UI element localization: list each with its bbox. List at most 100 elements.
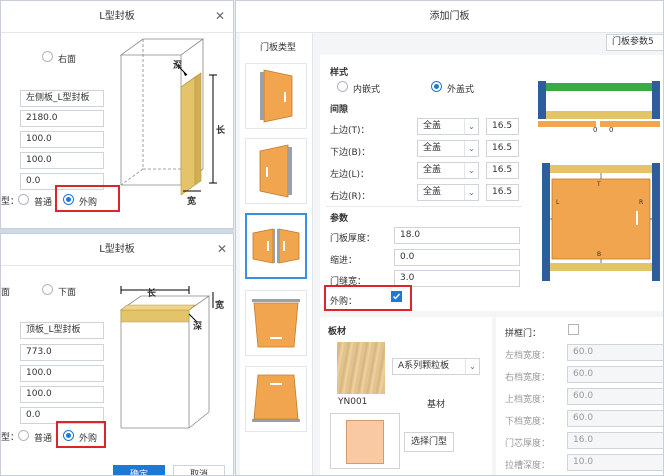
chevron-down-icon: ⌄ xyxy=(465,359,479,374)
radio-inset-style-label: 内嵌式 xyxy=(353,85,381,95)
name-field[interactable]: 左侧板_L型封板 xyxy=(20,90,104,107)
params-section-title: 参数 xyxy=(330,214,349,224)
radio-normal[interactable] xyxy=(18,430,29,441)
frame-door-label: 拼框门： xyxy=(505,329,542,339)
width-field[interactable]: 100.0 xyxy=(20,131,104,148)
dialog-title: L型封板 xyxy=(1,234,233,266)
door-type-panel: 门板类型 xyxy=(240,33,313,475)
frame-core-field[interactable]: 16.0 xyxy=(567,432,663,449)
ok-button[interactable]: 确定 xyxy=(113,465,165,475)
length-field[interactable]: 2180.0 xyxy=(20,110,104,127)
radio-normal[interactable] xyxy=(18,194,29,205)
diagram-zero-left: 0 xyxy=(593,126,598,134)
radio-normal-label: 普通 xyxy=(34,198,53,208)
name-field[interactable]: 顶板_L型封板 xyxy=(20,322,104,339)
frame-groove-field[interactable]: 10.0 xyxy=(567,454,663,471)
overlay-front-diagram xyxy=(542,163,660,281)
material-select-value: A系列颗粒板 xyxy=(398,361,450,371)
gap-right-value[interactable]: 16.5 xyxy=(486,184,519,201)
material-code: YN001 xyxy=(338,397,368,407)
dialog-title: L型封板 xyxy=(1,1,233,33)
door-type-label: 门板类型 xyxy=(260,43,297,53)
select-door-style-button[interactable]: 选择门型 xyxy=(404,432,454,452)
add-door-dialog: 添加门板 门板类型 门板参数5 样式 内嵌式 外盖式 间隙 上边(T)： 全盖 … xyxy=(235,0,664,476)
dim-depth-label: 深 xyxy=(193,322,203,332)
frame-door-checkbox[interactable] xyxy=(568,324,579,335)
frame-top-label: 上档宽度： xyxy=(505,395,551,405)
radio-bottom-face-label: 下面 xyxy=(58,288,77,298)
door-flip-down-icon xyxy=(252,374,300,422)
radio-top-face-label: 面 xyxy=(1,288,11,298)
door-type-thumb-5[interactable] xyxy=(245,366,307,432)
chevron-down-icon: ⌄ xyxy=(464,119,478,134)
dim-length-label: 长 xyxy=(147,289,157,299)
door-type-thumb-4[interactable] xyxy=(245,290,307,356)
radio-right-face[interactable] xyxy=(42,51,53,62)
door-params-select[interactable]: 门板参数5 ⌄ xyxy=(606,34,663,51)
highlight-box xyxy=(324,285,412,311)
frame-right-label: 右档宽度： xyxy=(505,373,551,383)
chevron-down-icon: ⌄ xyxy=(464,163,478,178)
gap-left-value[interactable]: 16.5 xyxy=(486,162,519,179)
gap-bottom-mode-select[interactable]: 全盖 ⌄ xyxy=(417,140,479,157)
thickness-label: 门板厚度： xyxy=(330,234,376,244)
gap-top-mode-select[interactable]: 全盖 ⌄ xyxy=(417,118,479,135)
l-panel-dialog-top: L型封板 ✕ 右面 左侧板_L型封板 2180.0 100.0 100.0 0.… xyxy=(0,0,234,229)
width-field[interactable]: 100.0 xyxy=(20,365,104,382)
gap-top-value[interactable]: 16.5 xyxy=(486,118,519,135)
door-style-preview[interactable] xyxy=(330,413,400,469)
type-label: 型： xyxy=(1,433,20,443)
door-type-thumb-2[interactable] xyxy=(245,138,307,204)
type-label: 型： xyxy=(1,197,20,207)
material-select[interactable]: A系列颗粒板 ⌄ xyxy=(392,358,480,375)
radio-overlay-style[interactable] xyxy=(431,81,442,92)
length-field[interactable]: 773.0 xyxy=(20,344,104,361)
frame-right-field[interactable]: 60.0 xyxy=(567,366,663,383)
gap-right-mode-select[interactable]: 全盖 ⌄ xyxy=(417,184,479,201)
gap-bottom-value[interactable]: 16.5 xyxy=(486,140,519,157)
material-section-title: 板材 xyxy=(328,327,347,337)
diagram-label-top: T xyxy=(597,181,601,188)
frame-bottom-field[interactable]: 60.0 xyxy=(567,410,663,427)
diagram-label-left: L xyxy=(556,199,560,206)
frame-bottom-label: 下档宽度： xyxy=(505,417,551,427)
radio-overlay-style-label: 外盖式 xyxy=(447,85,475,95)
gap-bottom-mode-value: 全盖 xyxy=(423,143,442,153)
frame-top-field[interactable]: 60.0 xyxy=(567,388,663,405)
door-type-thumb-3[interactable] xyxy=(245,213,307,279)
diagram-label-bottom: B xyxy=(597,251,602,258)
overlay-top-diagram xyxy=(538,81,660,127)
gap-right-label: 右边(R)： xyxy=(330,192,371,202)
dim-width-label: 宽 xyxy=(215,301,225,311)
thickness-field[interactable]: 18.0 xyxy=(394,227,520,244)
frame-left-field[interactable]: 60.0 xyxy=(567,344,663,361)
door-right-icon xyxy=(259,144,292,198)
gap-left-mode-select[interactable]: 全盖 ⌄ xyxy=(417,162,479,179)
gap-section-title: 间隙 xyxy=(330,105,349,115)
gap-left-mode-value: 全盖 xyxy=(423,165,442,175)
close-icon[interactable]: ✕ xyxy=(217,242,227,256)
highlight-box xyxy=(56,421,106,448)
radio-right-face-label: 右面 xyxy=(58,55,77,65)
gap-top-mode-value: 全盖 xyxy=(423,121,442,131)
wood-texture-swatch[interactable] xyxy=(337,342,385,394)
gap-width-field[interactable]: 3.0 xyxy=(394,270,520,287)
style-section-title: 样式 xyxy=(330,68,349,78)
depth-field[interactable]: 100.0 xyxy=(20,152,104,169)
l-panel-top-diagram xyxy=(119,286,214,429)
cancel-button[interactable]: 取消 xyxy=(173,465,225,475)
radio-bottom-face[interactable] xyxy=(42,284,53,295)
close-icon[interactable]: ✕ xyxy=(215,9,225,23)
base-material-label: 基材 xyxy=(427,400,446,410)
main-dialog-title: 添加门板 xyxy=(236,1,663,33)
frame-groove-label: 拉槽深度： xyxy=(505,461,551,471)
diagram-label-right: R xyxy=(639,199,644,206)
radio-inset-style[interactable] xyxy=(337,81,348,92)
depth-field[interactable]: 100.0 xyxy=(20,386,104,403)
chevron-down-icon: ⌄ xyxy=(464,141,478,156)
door-type-thumb-1[interactable] xyxy=(245,63,307,129)
gap-bottom-label: 下边(B)： xyxy=(330,148,371,158)
door-flip-up-icon xyxy=(252,299,300,348)
indent-field[interactable]: 0.0 xyxy=(394,249,520,266)
gap-left-label: 左边(L)： xyxy=(330,170,370,180)
